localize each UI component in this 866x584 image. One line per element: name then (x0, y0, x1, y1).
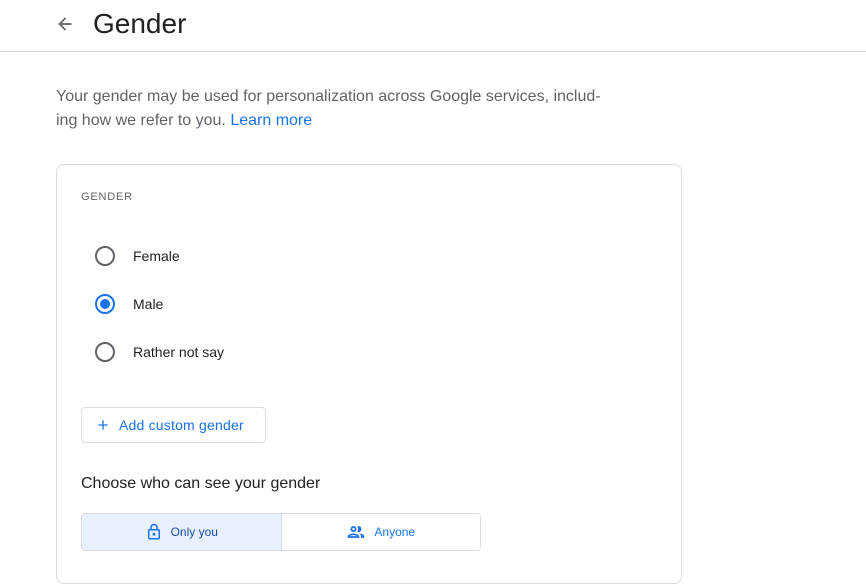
visibility-option-anyone[interactable]: Anyone (281, 514, 480, 550)
radio-button-male[interactable] (95, 294, 115, 314)
add-custom-gender-button[interactable]: Add custom gender (81, 407, 266, 443)
lock-icon (147, 523, 160, 540)
radio-label-male: Male (133, 296, 164, 312)
radio-label-female: Female (133, 248, 180, 264)
top-app-bar: Gender (0, 0, 866, 52)
radio-button-female[interactable] (95, 246, 115, 266)
radio-option-female[interactable]: Female (81, 236, 381, 276)
add-custom-gender-label: Add custom gender (119, 417, 244, 433)
anyone-label: Anyone (374, 525, 416, 539)
gender-section-label: GENDER (81, 191, 133, 203)
people-icon (348, 526, 365, 538)
radio-label-rather-not-say: Rather not say (133, 344, 225, 360)
learn-more-link[interactable]: Learn more (230, 112, 312, 129)
back-button[interactable] (47, 6, 83, 42)
radio-button-rather-not-say[interactable] (95, 342, 115, 362)
visibility-title: Choose who can see your gender (81, 475, 321, 492)
page-title: Gender (93, 8, 187, 39)
gender-card: GENDER Female Male Rather not say Add cu… (56, 164, 682, 584)
intro-text: Your gender may be used for personalizat… (56, 85, 616, 133)
radio-option-rather-not-say[interactable]: Rather not say (81, 332, 381, 372)
only-you-label: Only you (170, 525, 218, 539)
radio-option-male[interactable]: Male (81, 284, 381, 324)
intro-description: Your gender may be used for personalizat… (56, 88, 601, 129)
visibility-toggle: Only you Anyone (81, 513, 481, 551)
visibility-option-only-you[interactable]: Only you (82, 514, 282, 550)
arrow-back-icon (58, 17, 72, 31)
plus-icon (98, 420, 108, 430)
